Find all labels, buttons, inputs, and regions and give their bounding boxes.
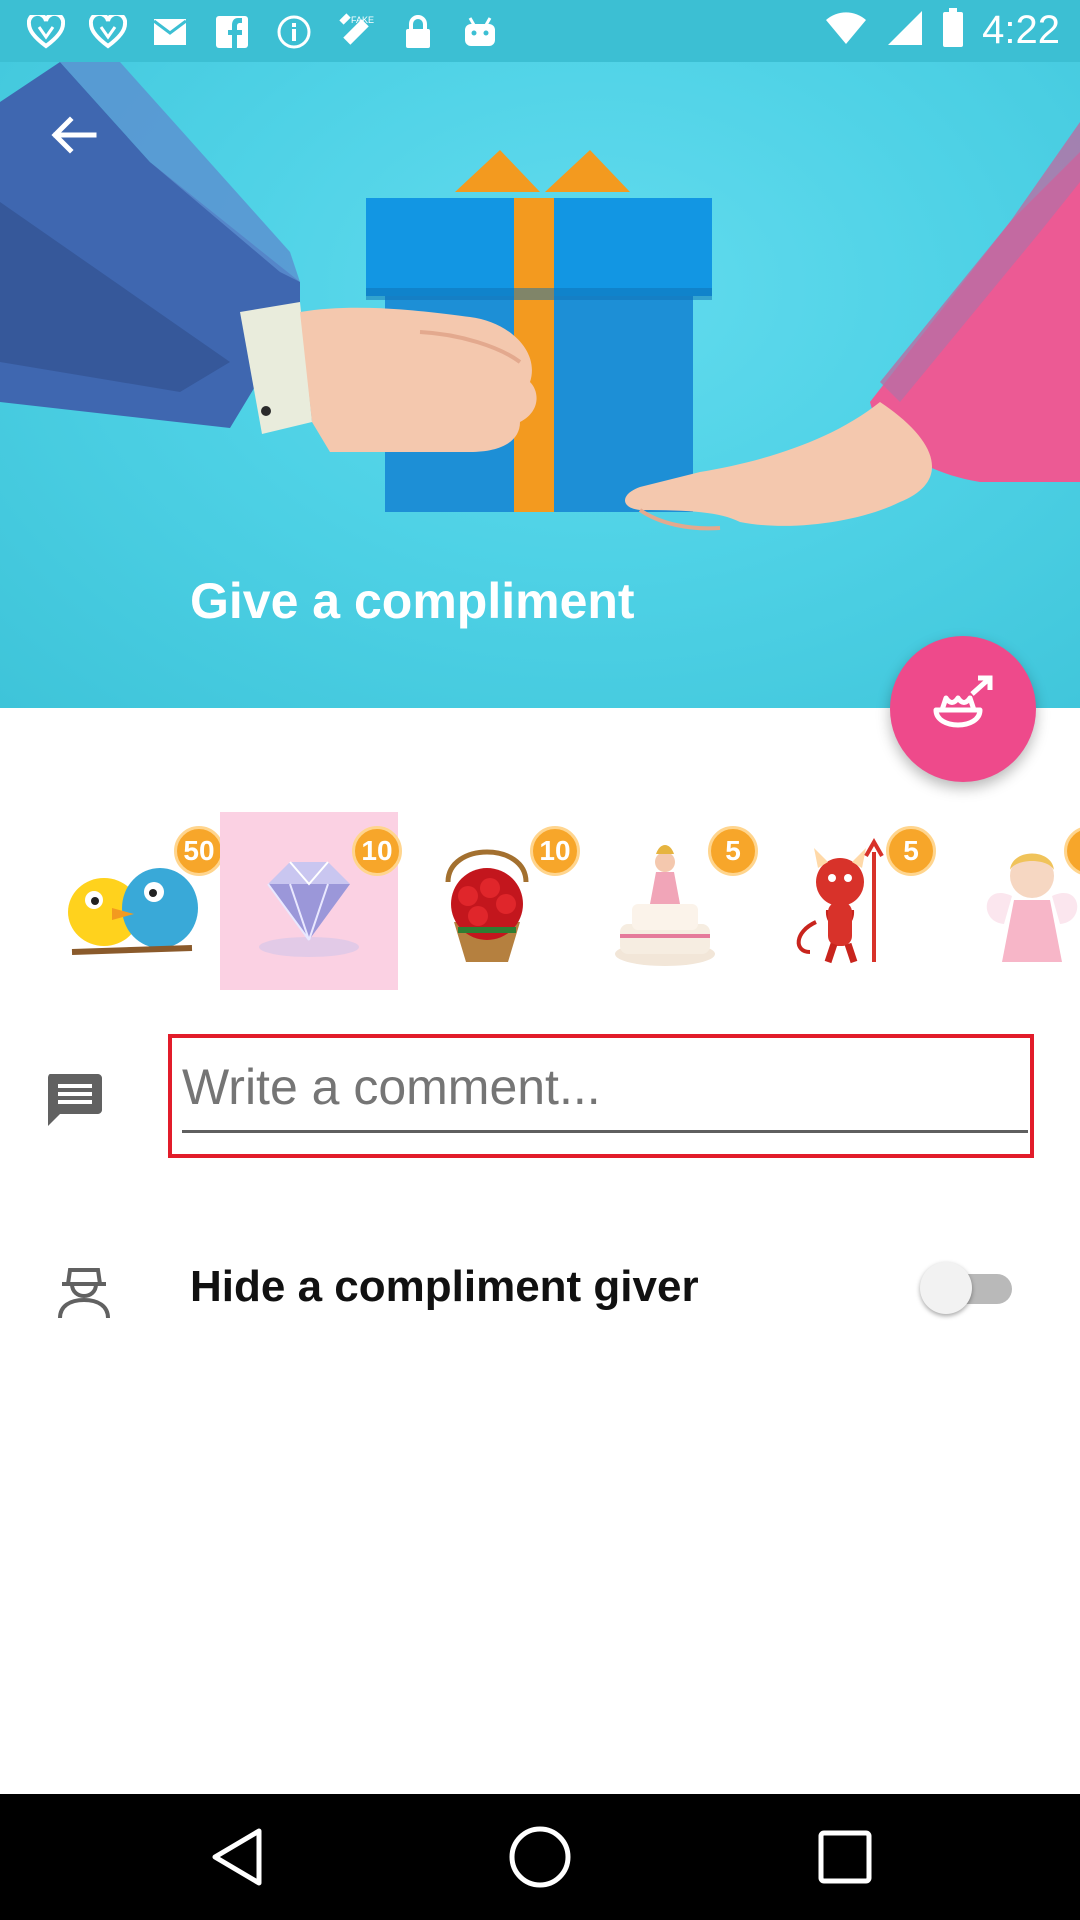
facebook-icon [212, 12, 252, 52]
fake-gps-icon: FAKE [336, 12, 376, 52]
hide-giver-toggle[interactable] [920, 1262, 1012, 1314]
home-nav-icon[interactable] [505, 1822, 575, 1892]
send-gift-button[interactable] [890, 636, 1036, 782]
gift-price-badge: 5 [886, 826, 936, 876]
gift-price-badge: 5 [708, 826, 758, 876]
heart-outline-icon [26, 12, 66, 52]
gift-send-icon [928, 674, 998, 745]
toggle-knob [920, 1262, 972, 1314]
gift-item-diamond[interactable]: 10 [220, 812, 402, 990]
back-arrow-icon[interactable] [40, 102, 106, 168]
signal-icon [886, 9, 924, 52]
heart-outline-icon [88, 12, 128, 52]
hide-giver-label: Hide a compliment giver [190, 1262, 699, 1311]
header-banner: Give a compliment [0, 62, 1080, 708]
gift-item-rose-bouquet[interactable]: 10 [398, 812, 580, 990]
gift-item-cake-doll[interactable]: 5 [576, 812, 758, 990]
comment-input[interactable] [180, 1052, 1022, 1122]
gift-price-badge: 10 [352, 826, 402, 876]
back-nav-icon[interactable] [202, 1822, 272, 1892]
gift-selector: 50 10 10 5 5 [42, 812, 1080, 992]
svg-text:FAKE: FAKE [351, 15, 374, 25]
gift-item-birds[interactable]: 50 [42, 812, 224, 990]
clock: 4:22 [982, 8, 1060, 52]
battery-icon [942, 8, 964, 53]
comment-field-container [168, 1034, 1034, 1158]
angel-image [986, 853, 1078, 962]
gift-item-devil[interactable]: 5 [754, 812, 936, 990]
page-title: Give a compliment [190, 573, 635, 629]
mail-icon [150, 12, 190, 52]
lock-icon [398, 12, 438, 52]
wifi-icon [824, 10, 868, 51]
gift-price-badge: 50 [174, 826, 224, 876]
system-icons: 4:22 [824, 8, 1060, 53]
recents-nav-icon[interactable] [810, 1822, 880, 1892]
comment-underline [182, 1130, 1028, 1133]
gift-item-angel[interactable]: 5 [932, 812, 1080, 990]
gift-price-badge: 10 [530, 826, 580, 876]
navigation-bar [0, 1794, 1080, 1920]
status-bar: FAKE 4:22 [0, 0, 1080, 62]
android-icon [460, 12, 500, 52]
notification-icons: FAKE [26, 12, 500, 52]
info-icon [274, 12, 314, 52]
incognito-user-icon [54, 1260, 114, 1320]
comment-icon [44, 1070, 104, 1130]
